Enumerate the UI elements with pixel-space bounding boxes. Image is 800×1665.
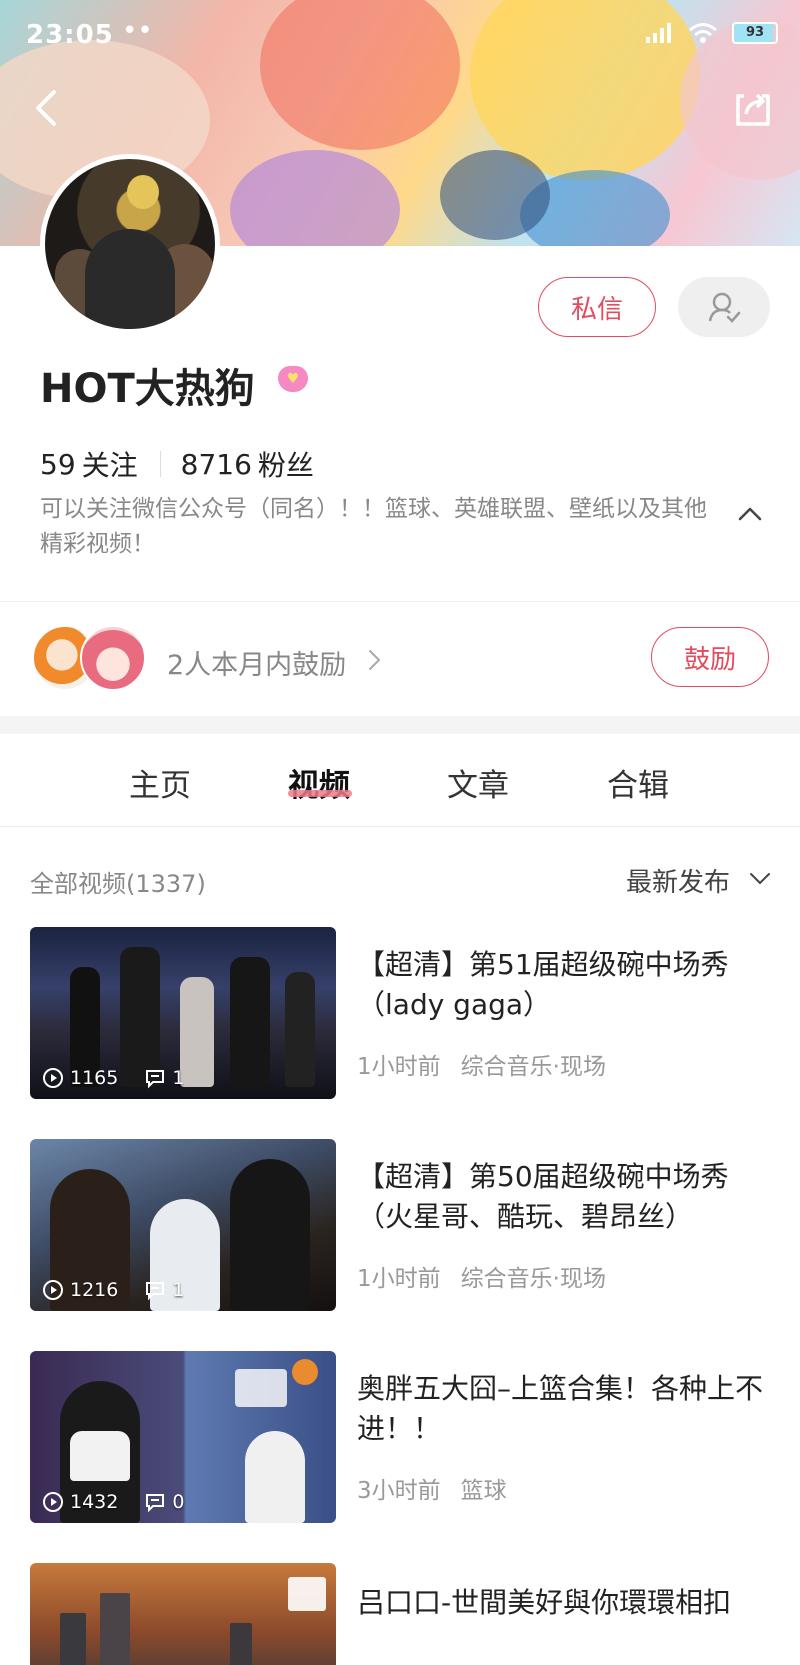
message-button[interactable]: 私信 [538, 277, 656, 337]
wifi-icon [689, 23, 717, 43]
play-count: 1432 [70, 1491, 119, 1513]
back-icon[interactable] [28, 88, 68, 128]
video-stats: 1432 0 [42, 1491, 184, 1513]
play-count-icon [43, 1492, 63, 1512]
signal-icon [646, 23, 671, 43]
section-divider [0, 716, 800, 734]
video-title[interactable]: 【超清】第50届超级碗中场秀（火星哥、酷玩、碧昂丝） [357, 1157, 767, 1237]
video-meta: 1小时前 综合音乐·现场 [357, 1047, 606, 1081]
chevron-down-icon[interactable] [748, 866, 772, 890]
comment-count-icon [146, 1282, 165, 1301]
tab-videos[interactable]: 视频 [288, 760, 350, 805]
supporter-avatar[interactable] [80, 625, 146, 691]
video-title[interactable]: 奥胖五大囧–上篮合集！各种上不进！！ [357, 1369, 767, 1449]
thumb-shape [180, 977, 214, 1087]
thumb-shape [60, 1613, 86, 1665]
status-time: 23:05 [26, 20, 114, 50]
video-time: 3小时前 [357, 1478, 441, 1504]
followers-label[interactable]: 粉丝 [258, 444, 314, 484]
avatar-trophy [127, 175, 159, 209]
followers-count[interactable]: 8716 [181, 448, 252, 481]
share-icon[interactable] [732, 88, 774, 130]
thumb-shape [292, 1359, 318, 1385]
comment-count: 1 [172, 1279, 185, 1301]
stats-divider [159, 451, 161, 477]
avatar-figure [85, 229, 175, 329]
comment-count: 1 [172, 1067, 185, 1089]
thumb-shape [100, 1593, 130, 1665]
battery-icon: 93 [732, 22, 778, 44]
status-bar: 23:05 •• 93 [0, 0, 800, 68]
thumb-shape [230, 1159, 310, 1311]
thumb-shape [230, 957, 270, 1087]
play-count: 1216 [70, 1279, 119, 1301]
encourage-button[interactable]: 鼓励 [651, 627, 769, 687]
tab-collections[interactable]: 合辑 [607, 760, 669, 805]
thumb-shape [230, 1623, 252, 1665]
video-title[interactable]: 吕口口-世間美好與你環環相扣 [357, 1583, 767, 1623]
sort-dropdown[interactable]: 最新发布 [626, 862, 730, 899]
profile-tabs: 主页 视频 文章 合辑 [0, 734, 800, 827]
tab-home[interactable]: 主页 [129, 760, 191, 805]
play-count: 1165 [70, 1067, 119, 1089]
video-time: 1小时前 [357, 1054, 441, 1080]
video-category: 综合音乐·现场 [460, 1266, 606, 1292]
level-badge-icon: ♥ [278, 366, 308, 392]
comment-count-icon [146, 1494, 165, 1513]
chevron-right-icon[interactable] [365, 646, 385, 674]
divider [0, 601, 800, 602]
following-count[interactable]: 59 [40, 448, 76, 481]
comment-count-icon [146, 1070, 165, 1089]
video-thumbnail[interactable]: 1432 0 [30, 1351, 336, 1523]
video-meta: 3小时前 篮球 [357, 1471, 507, 1505]
thumb-shape [120, 947, 160, 1087]
thumb-shape [245, 1431, 305, 1523]
follow-button[interactable] [678, 277, 770, 337]
video-item[interactable]: 1432 0 奥胖五大囧–上篮合集！各种上不进！！ 3小时前 篮球 [0, 1351, 800, 1523]
banner-art-shape [440, 150, 550, 240]
follow-user-icon [708, 292, 741, 323]
profile-stats: 59 关注 8716 粉丝 [40, 444, 314, 484]
tab-active-indicator [288, 790, 352, 797]
video-item[interactable]: 1216 1 【超清】第50届超级碗中场秀（火星哥、酷玩、碧昂丝） 1小时前 综合… [0, 1139, 800, 1311]
video-category: 综合音乐·现场 [460, 1054, 606, 1080]
video-stats: 1216 1 [42, 1279, 184, 1301]
all-videos-count: 全部视频(1337) [30, 870, 206, 898]
play-count-icon [43, 1068, 63, 1088]
avatar[interactable] [40, 154, 220, 334]
banner-art-shape [230, 150, 400, 246]
status-dots: •• [122, 16, 153, 46]
video-meta: 1小时前 综合音乐·现场 [357, 1259, 606, 1293]
following-label[interactable]: 关注 [82, 444, 138, 484]
video-thumbnail[interactable]: 1165 1 [30, 927, 336, 1099]
video-stats: 1165 1 [42, 1067, 184, 1089]
thumb-shape [235, 1369, 287, 1407]
video-time: 1小时前 [357, 1266, 441, 1292]
video-title[interactable]: 【超清】第51届超级碗中场秀（lady gaga） [357, 945, 767, 1025]
chevron-up-icon[interactable] [736, 500, 764, 528]
encourage-summary[interactable]: 2人本月内鼓励 [167, 643, 346, 682]
thumb-shape [285, 972, 315, 1087]
play-count-icon [43, 1280, 63, 1300]
video-item[interactable]: 吕口口-世間美好與你環環相扣 [0, 1563, 800, 1665]
thumb-shape [70, 1431, 130, 1481]
comment-count: 0 [172, 1491, 185, 1513]
profile-bio: 可以关注微信公众号（同名）！！篮球、英雄联盟、壁纸以及其他精彩视频！ [40, 496, 707, 557]
video-item[interactable]: 1165 1 【超清】第51届超级碗中场秀（lady gaga） 1小时前 综合音… [0, 927, 800, 1099]
video-category: 篮球 [460, 1478, 507, 1504]
thumb-logo-shape [288, 1577, 326, 1611]
username: HOT大热狗 [40, 366, 255, 412]
battery-level: 93 [745, 25, 765, 40]
tab-articles[interactable]: 文章 [447, 760, 509, 805]
video-thumbnail[interactable] [30, 1563, 336, 1665]
video-thumbnail[interactable]: 1216 1 [30, 1139, 336, 1311]
